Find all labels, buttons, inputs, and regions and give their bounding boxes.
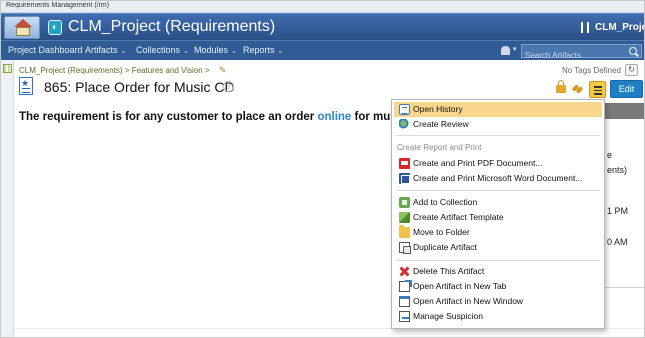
left-sidebar [1,60,14,337]
project-title[interactable]: CLM_Project (Requirements) [68,18,275,36]
menu-item-label: Duplicate Artifact [413,242,477,252]
chevron-down-icon: ⌄ [231,48,237,55]
nav-artifacts-label: Artifacts [85,45,118,55]
word-icon [399,173,410,184]
menu-separator [396,190,600,191]
template-icon [399,212,410,223]
nav-modules[interactable]: Modules ⌄ [194,45,237,55]
nav-project-dashboard[interactable]: Project Dashboard [8,45,83,55]
artifact-description: The requirement is for any customer to p… [19,111,391,123]
description-text-end: for musi [354,111,391,123]
menu-item-label: Move to Folder [413,227,470,237]
menu-item-label: Create Review [413,119,469,129]
collection-icon [399,197,410,208]
side-fragment: 0 AM [607,237,628,247]
pencil-icon[interactable]: ✎ [219,65,227,76]
project-area-icon: ◐ [48,20,62,35]
duplicate-icon [399,242,411,254]
home-icon[interactable] [4,16,40,39]
side-fragment: 1 PM [607,206,629,216]
side-fragment: e [607,150,613,160]
nav-project-dashboard-label: Project Dashboard [8,45,83,55]
menu-item-label: Delete This Artifact [413,266,485,276]
breadcrumb[interactable]: CLM_Project (Requirements) > Features an… [19,66,210,75]
nav-collections[interactable]: Collections ⌄ [136,45,189,55]
menu-item-label: Open History [413,104,463,114]
menu-separator [396,260,600,261]
tags-text: No Tags Defined [562,66,621,75]
menu-item-new-tab[interactable]: Open Artifact in New Tab [394,279,602,294]
menu-item-label: Open Artifact in New Tab [413,281,507,291]
edit-button[interactable]: Edit [610,80,643,98]
delete-icon [399,266,410,277]
description-text-start: The requirement is for any customer to p… [19,111,318,123]
nav-reports[interactable]: Reports ⌄ [243,45,283,55]
menu-item-create-template[interactable]: Create Artifact Template [394,210,602,225]
actions-menu-button[interactable] [589,81,606,98]
description-link[interactable]: online [317,111,351,123]
suspicion-icon [399,311,410,322]
menu-item-label: Open Artifact in New Window [413,296,524,306]
new-tab-icon [399,280,412,292]
menu-item-create-review[interactable]: Create Review [394,117,602,132]
pdf-icon [399,158,410,169]
menu-item-manage-suspicion[interactable]: Manage Suspicion [394,309,602,324]
history-icon [399,104,410,115]
folder-icon [399,225,410,238]
actions-dropdown-menu: Open History Create Review Create Report… [391,99,605,329]
chevron-down-icon: ⌄ [183,48,189,55]
lines-icon [22,88,30,93]
menu-item-label: Manage Suspicion [413,311,483,321]
nav-collections-label: Collections [136,45,181,55]
refresh-tags-icon[interactable]: ↻ [625,64,638,76]
project-name-right[interactable]: CLM_Project [595,22,644,33]
review-icon [399,119,410,130]
menu-item-label: Create Artifact Template [413,212,504,222]
grid-icon[interactable] [3,64,12,73]
help-icon[interactable]: ? [223,81,234,92]
main-nav: Project Dashboard Artifacts ⌄ Collections… [1,40,644,62]
requirement-icon: ★ [19,77,33,95]
nav-artifacts[interactable]: Artifacts ⌄ [85,45,126,55]
app-window: Requirements Management (/rm) ◐ CLM_Proj… [0,0,645,338]
side-fragment: ents) [607,165,628,175]
artifact-title: 865: Place Order for Music CD [44,79,235,95]
app-label: Requirements Management (/rm) [1,1,644,13]
menu-item-duplicate[interactable]: Duplicate Artifact [394,240,602,255]
menu-item-label: Create and Print Microsoft Word Document… [413,173,583,183]
project-switch-icon[interactable] [581,22,589,33]
link-icon[interactable] [571,83,584,95]
menu-item-open-history[interactable]: Open History [394,102,602,117]
menu-item-label: Create and Print PDF Document... [413,158,543,168]
search-box [521,44,642,62]
nav-reports-label: Reports [243,45,275,55]
project-banner: ◐ CLM_Project (Requirements) CLM_Project [1,13,644,40]
side-panel-header [604,103,644,119]
menu-item-pdf[interactable]: Create and Print PDF Document... [394,156,602,171]
menu-section-label: Create Report and Print [397,143,482,152]
lock-icon[interactable] [556,80,566,93]
notification-dropdown-icon[interactable]: ▾ [513,45,517,53]
divider [604,287,644,288]
notification-icon[interactable] [501,46,510,55]
chevron-down-icon: ⌄ [277,48,284,55]
menu-item-label: Add to Collection [413,197,478,207]
menu-item-move-to-folder[interactable]: Move to Folder [394,225,602,240]
menu-separator [396,135,600,136]
new-window-icon [399,296,410,307]
menu-item-new-window[interactable]: Open Artifact in New Window [394,294,602,309]
menu-item-word[interactable]: Create and Print Microsoft Word Document… [394,171,602,186]
menu-item-add-to-collection[interactable]: Add to Collection [394,195,602,210]
search-input[interactable] [522,49,622,62]
chevron-down-icon: ⌄ [120,48,127,55]
nav-modules-label: Modules [194,45,229,55]
search-icon[interactable] [629,47,637,55]
menu-item-delete[interactable]: Delete This Artifact [394,264,602,279]
